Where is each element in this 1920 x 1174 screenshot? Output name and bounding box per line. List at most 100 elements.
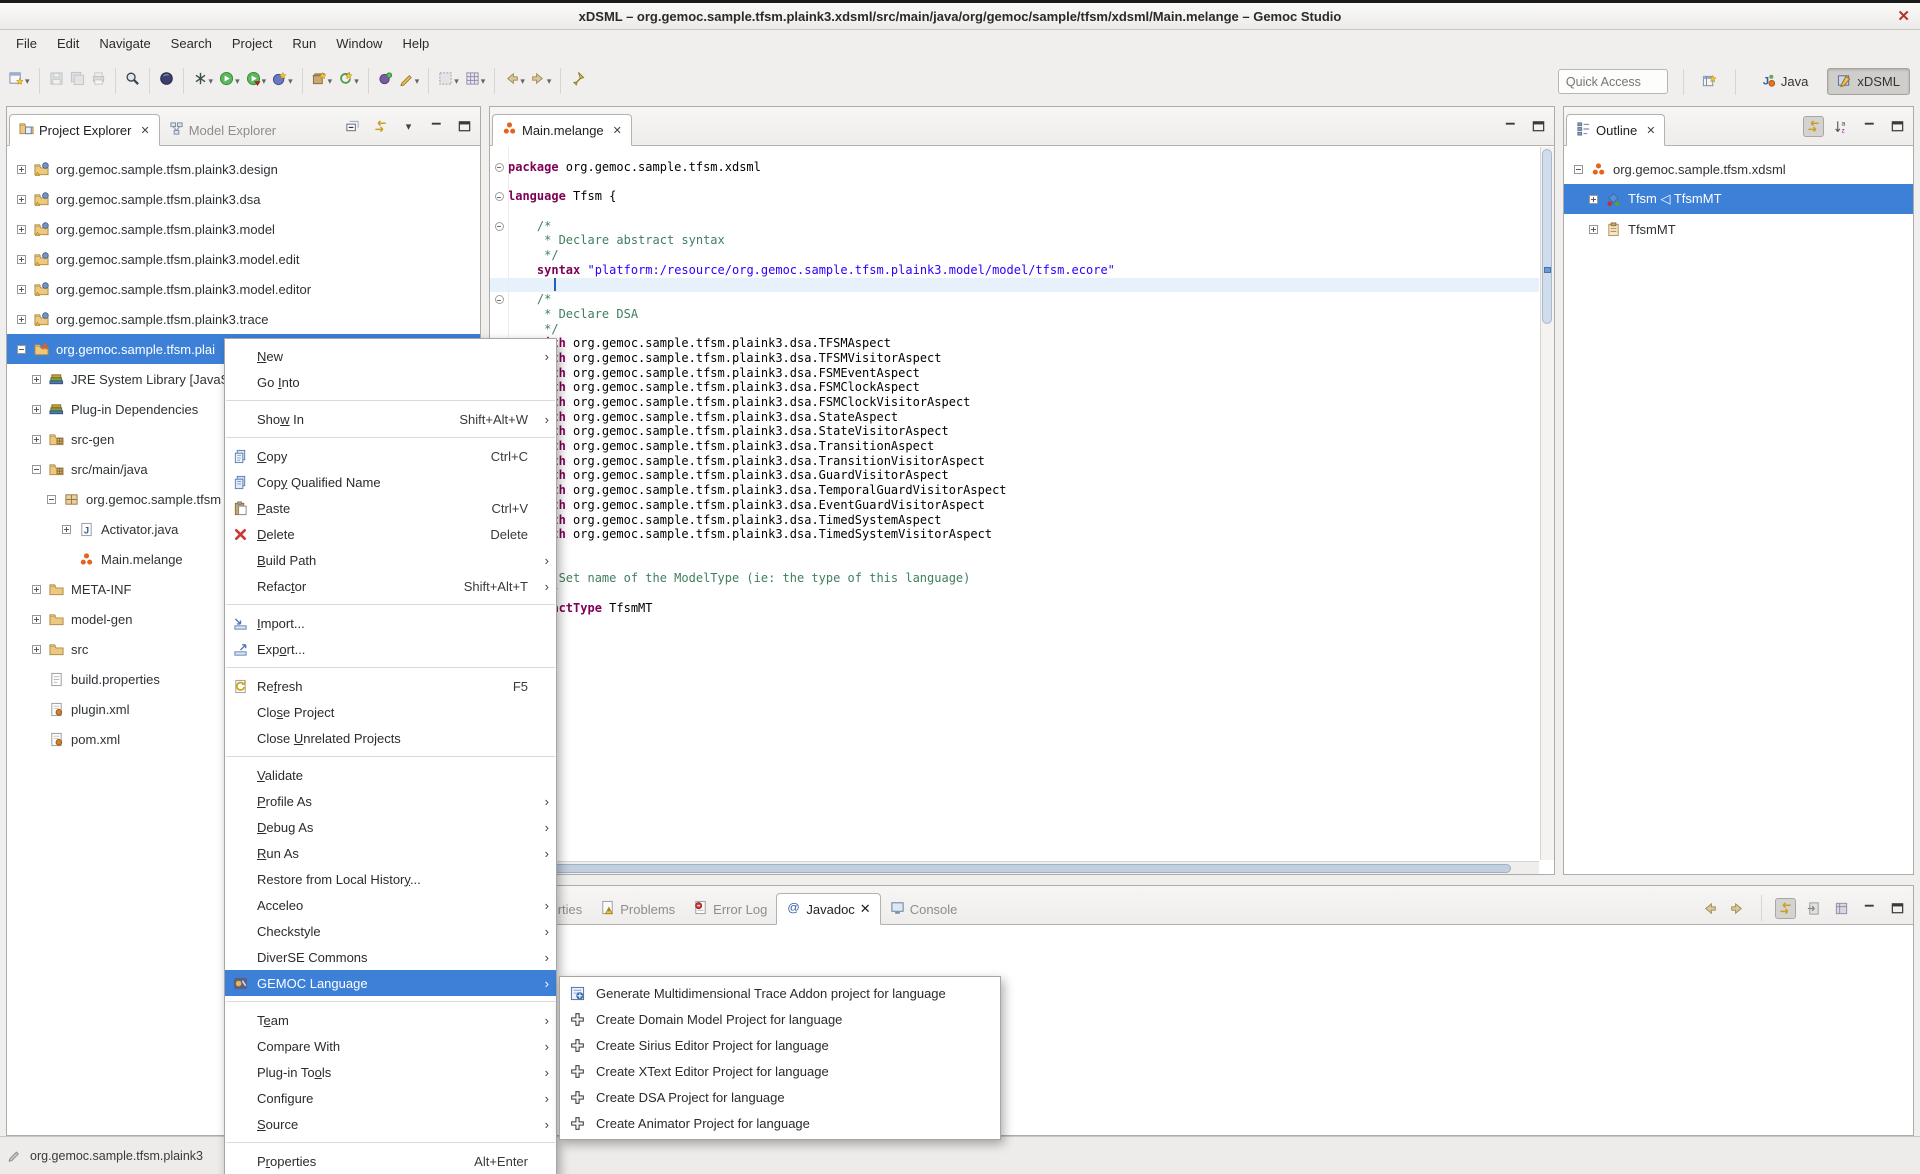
new-wizard-button[interactable]: ▾ xyxy=(7,68,32,94)
expand-icon[interactable] xyxy=(32,405,41,414)
fold-collapse-icon[interactable] xyxy=(495,192,504,201)
menu-item-go-into[interactable]: Go Into xyxy=(225,369,556,395)
save-all-button[interactable] xyxy=(68,68,87,94)
menu-item-import[interactable]: Import... xyxy=(225,610,556,636)
tab-error-log[interactable]: Error Log xyxy=(684,893,776,925)
tree-item-org-gemoc-sample-tfsm-xdsml[interactable]: org.gemoc.sample.tfsm.xdsml xyxy=(1564,154,1913,184)
checkstyle-button[interactable]: ▾ xyxy=(436,68,461,94)
link-with-editor-icon[interactable] xyxy=(370,116,391,137)
dropdown-chevron-icon[interactable]: ▾ xyxy=(415,76,420,87)
collapse-icon[interactable] xyxy=(17,345,26,354)
fold-collapse-icon[interactable] xyxy=(495,163,504,172)
menu-navigate[interactable]: Navigate xyxy=(89,32,160,55)
tree-item-org-gemoc-sample-tfsm-plaink3-model-editor[interactable]: org.gemoc.sample.tfsm.plaink3.model.edit… xyxy=(7,274,480,304)
expand-icon[interactable] xyxy=(62,525,71,534)
menu-item-close-unrelated-projects[interactable]: Close Unrelated Projects xyxy=(225,725,556,751)
close-icon[interactable]: ✕ xyxy=(860,901,871,917)
submenu-item-create-domain-model-project-for-language[interactable]: Create Domain Model Project for language xyxy=(560,1006,1000,1032)
sort-icon[interactable]: az xyxy=(1831,116,1852,137)
expand-icon[interactable] xyxy=(17,165,26,174)
menu-search[interactable]: Search xyxy=(161,32,222,55)
window-close-icon[interactable]: ✕ xyxy=(1897,7,1910,25)
dropdown-chevron-icon[interactable]: ▾ xyxy=(354,76,359,87)
menu-item-compare-with[interactable]: Compare With› xyxy=(225,1033,556,1059)
submenu-item-create-animator-project-for-language[interactable]: Create Animator Project for language xyxy=(560,1110,1000,1136)
menu-item-source[interactable]: Source› xyxy=(225,1111,556,1137)
close-icon[interactable]: ✕ xyxy=(140,124,149,137)
vertical-scrollbar-thumb[interactable] xyxy=(1542,149,1552,324)
quick-access-input[interactable] xyxy=(1558,69,1668,94)
forward-button[interactable]: ▾ xyxy=(529,68,554,94)
fold-collapse-icon[interactable] xyxy=(495,222,504,231)
dropdown-chevron-icon[interactable]: ▾ xyxy=(262,76,267,87)
dropdown-chevron-icon[interactable]: ▾ xyxy=(547,76,552,87)
menu-file[interactable]: File xyxy=(6,32,47,55)
maximize-icon[interactable] xyxy=(454,116,475,137)
back-button[interactable]: ▾ xyxy=(502,68,527,94)
menu-item-build-path[interactable]: Build Path› xyxy=(225,547,556,573)
dropdown-chevron-icon[interactable]: ▾ xyxy=(235,76,240,87)
menu-item-validate[interactable]: Validate xyxy=(225,762,556,788)
tree-item-tfsm-tfsmmt[interactable]: Tfsm ◁ TfsmMT xyxy=(1564,184,1913,214)
collapse-icon[interactable] xyxy=(32,465,41,474)
back-icon[interactable] xyxy=(1699,898,1720,919)
menu-item-properties[interactable]: PropertiesAlt+Enter xyxy=(225,1148,556,1174)
dropdown-chevron-icon[interactable]: ▾ xyxy=(520,76,525,87)
menu-item-acceleo[interactable]: Acceleo› xyxy=(225,892,556,918)
link-with-editor-icon[interactable] xyxy=(1803,116,1824,137)
debug-button[interactable]: ▾ xyxy=(244,68,269,94)
minimize-icon[interactable] xyxy=(426,116,447,137)
expand-icon[interactable] xyxy=(32,375,41,384)
menu-item-show-in[interactable]: Show InShift+Alt+W› xyxy=(225,406,556,432)
menu-item-run-as[interactable]: Run As› xyxy=(225,840,556,866)
run-button[interactable]: ▾ xyxy=(217,68,242,94)
tree-item-org-gemoc-sample-tfsm-plaink3-trace[interactable]: org.gemoc.sample.tfsm.plaink3.trace xyxy=(7,304,480,334)
menu-edit[interactable]: Edit xyxy=(47,32,89,55)
collapse-all-icon[interactable] xyxy=(342,116,363,137)
forward-icon[interactable] xyxy=(1727,898,1748,919)
menu-item-copy[interactable]: CopyCtrl+C xyxy=(225,443,556,469)
submenu-item-create-sirius-editor-project-for-language[interactable]: Create Sirius Editor Project for languag… xyxy=(560,1032,1000,1058)
tree-item-org-gemoc-sample-tfsm-plaink3-design[interactable]: org.gemoc.sample.tfsm.plaink3.design xyxy=(7,154,480,184)
show-view-menu-icon[interactable] xyxy=(1831,898,1852,919)
tab-javadoc[interactable]: @Javadoc✕ xyxy=(776,893,880,925)
expand-icon[interactable] xyxy=(32,615,41,624)
open-element-icon[interactable] xyxy=(1803,898,1824,919)
menu-item-debug-as[interactable]: Debug As› xyxy=(225,814,556,840)
dropdown-chevron-icon[interactable]: ▾ xyxy=(328,76,333,87)
menu-item-delete[interactable]: DeleteDelete xyxy=(225,521,556,547)
submenu-item-create-dsa-project-for-language[interactable]: Create DSA Project for language xyxy=(560,1084,1000,1110)
expand-icon[interactable] xyxy=(17,195,26,204)
print-button[interactable] xyxy=(89,68,108,94)
external-tools-button[interactable]: ▾ xyxy=(191,68,216,94)
debug-last-button[interactable] xyxy=(157,68,176,94)
tab-outline[interactable]: Outline ✕ xyxy=(1566,114,1665,146)
menu-item-gemoc-language[interactable]: GEMOC Language› xyxy=(225,970,556,996)
menu-item-team[interactable]: Team› xyxy=(225,1007,556,1033)
collapse-icon[interactable] xyxy=(1574,165,1583,174)
dropdown-chevron-icon[interactable]: ▾ xyxy=(481,76,486,87)
save-button[interactable] xyxy=(47,68,66,94)
dropdown-chevron-icon[interactable]: ▾ xyxy=(25,76,30,87)
expand-icon[interactable] xyxy=(32,585,41,594)
menu-window[interactable]: Window xyxy=(326,32,392,55)
tab-model-explorer[interactable]: Model Explorer xyxy=(160,114,285,146)
expand-icon[interactable] xyxy=(1589,225,1598,234)
tree-item-org-gemoc-sample-tfsm-plaink3-dsa[interactable]: org.gemoc.sample.tfsm.plaink3.dsa xyxy=(7,184,480,214)
tab-console[interactable]: Console xyxy=(881,893,967,925)
tree-item-org-gemoc-sample-tfsm-plaink3-model[interactable]: org.gemoc.sample.tfsm.plaink3.model xyxy=(7,214,480,244)
tab-main-melange[interactable]: Main.melange ✕ xyxy=(492,114,632,146)
generate-code-button[interactable]: ▾ xyxy=(336,68,361,94)
melange-code-editor[interactable]: package org.gemoc.sample.tfsm.xdsmllangu… xyxy=(490,147,1539,860)
tree-item-org-gemoc-sample-tfsm-plaink3-model-edit[interactable]: org.gemoc.sample.tfsm.plaink3.model.edit xyxy=(7,244,480,274)
menu-item-restore-from-local-history[interactable]: Restore from Local History... xyxy=(225,866,556,892)
minimize-icon[interactable] xyxy=(1859,116,1880,137)
perspective-java-button[interactable]: J Java xyxy=(1751,68,1818,95)
perspective-xdsml-button[interactable]: xDSML xyxy=(1827,68,1910,95)
dropdown-chevron-icon[interactable]: ▾ xyxy=(288,76,293,87)
minimize-icon[interactable] xyxy=(1859,898,1880,919)
expand-icon[interactable] xyxy=(17,225,26,234)
maximize-icon[interactable] xyxy=(1887,898,1908,919)
menu-item-refresh[interactable]: RefreshF5 xyxy=(225,673,556,699)
new-modeling-project-button[interactable]: ▾ xyxy=(310,68,335,94)
